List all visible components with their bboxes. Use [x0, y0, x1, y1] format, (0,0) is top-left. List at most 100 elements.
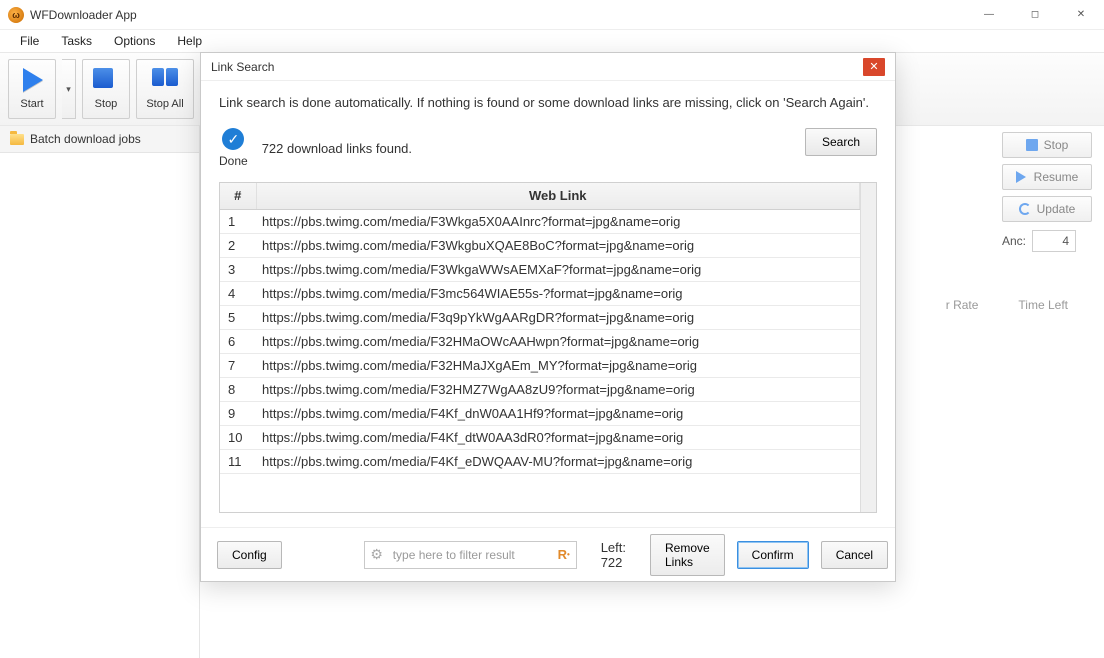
table-row[interactable]: 10https://pbs.twimg.com/media/F4Kf_dtW0A…: [220, 425, 860, 449]
scrollbar[interactable]: [860, 183, 876, 512]
stopall-button[interactable]: Stop All: [136, 59, 194, 119]
row-number: 6: [220, 329, 256, 353]
gear-icon: ⚙: [365, 546, 389, 563]
row-url: https://pbs.twimg.com/media/F32HMZ7WgAA8…: [256, 377, 860, 401]
row-url: https://pbs.twimg.com/media/F3mc564WIAE5…: [256, 281, 860, 305]
start-dropdown[interactable]: ▾: [62, 59, 76, 119]
col-number[interactable]: #: [220, 183, 256, 209]
regex-icon[interactable]: R•: [552, 547, 576, 562]
bg-col-time: Time Left: [1018, 298, 1068, 312]
stopall-label: Stop All: [146, 98, 183, 110]
confirm-button[interactable]: Confirm: [737, 541, 809, 569]
menu-help[interactable]: Help: [167, 32, 212, 50]
search-again-button[interactable]: Search: [805, 128, 877, 156]
play-icon: [1016, 171, 1028, 183]
table-row[interactable]: 6https://pbs.twimg.com/media/F32HMaOWcAA…: [220, 329, 860, 353]
link-search-dialog: Link Search ✕ Link search is done automa…: [200, 52, 896, 582]
cancel-button[interactable]: Cancel: [821, 541, 888, 569]
row-number: 5: [220, 305, 256, 329]
config-button[interactable]: Config: [217, 541, 282, 569]
row-number: 3: [220, 257, 256, 281]
side-resume-label: Resume: [1034, 170, 1079, 184]
app-icon: ω: [8, 7, 24, 23]
stop-icon: [93, 68, 119, 94]
anc-value[interactable]: 4: [1032, 230, 1076, 252]
dialog-body: Link search is done automatically. If no…: [201, 81, 895, 527]
done-indicator: ✓ Done: [219, 128, 248, 168]
table-row[interactable]: 7https://pbs.twimg.com/media/F32HMaJXgAE…: [220, 353, 860, 377]
side-update-label: Update: [1037, 202, 1076, 216]
minimize-button[interactable]: —: [966, 0, 1012, 30]
table-row[interactable]: 3https://pbs.twimg.com/media/F3WkgaWWsAE…: [220, 257, 860, 281]
remove-links-button[interactable]: Remove Links: [650, 534, 725, 576]
stop-icon: [1026, 139, 1038, 151]
left-count: Left: 722: [601, 540, 626, 570]
dialog-instruction: Link search is done automatically. If no…: [219, 95, 877, 110]
bg-column-headers: r Rate Time Left: [946, 298, 1068, 312]
menu-options[interactable]: Options: [104, 32, 165, 50]
row-number: 7: [220, 353, 256, 377]
found-text: 722 download links found.: [262, 141, 412, 156]
row-number: 10: [220, 425, 256, 449]
side-stop-label: Stop: [1044, 138, 1069, 152]
bg-col-rate: r Rate: [946, 298, 979, 312]
stop-button[interactable]: Stop: [82, 59, 130, 119]
links-table-wrap: # Web Link 1https://pbs.twimg.com/media/…: [219, 182, 877, 513]
row-url: https://pbs.twimg.com/media/F3Wkga5X0AAI…: [256, 209, 860, 233]
titlebar: ω WFDownloader App — ◻ ✕: [0, 0, 1104, 30]
row-number: 1: [220, 209, 256, 233]
dialog-close-button[interactable]: ✕: [863, 58, 885, 76]
side-actions: Stop Resume Update Anc: 4: [1002, 132, 1092, 252]
close-button[interactable]: ✕: [1058, 0, 1104, 30]
row-number: 9: [220, 401, 256, 425]
row-url: https://pbs.twimg.com/media/F4Kf_dtW0AA3…: [256, 425, 860, 449]
sidebar-item-label: Batch download jobs: [30, 132, 141, 146]
row-url: https://pbs.twimg.com/media/F3q9pYkWgAAR…: [256, 305, 860, 329]
folder-icon: [10, 134, 24, 145]
refresh-icon: [1019, 203, 1031, 215]
table-row[interactable]: 4https://pbs.twimg.com/media/F3mc564WIAE…: [220, 281, 860, 305]
row-url: https://pbs.twimg.com/media/F3WkgaWWsAEM…: [256, 257, 860, 281]
table-row[interactable]: 5https://pbs.twimg.com/media/F3q9pYkWgAA…: [220, 305, 860, 329]
table-row[interactable]: 9https://pbs.twimg.com/media/F4Kf_dnW0AA…: [220, 401, 860, 425]
menu-tasks[interactable]: Tasks: [51, 32, 102, 50]
links-table: # Web Link 1https://pbs.twimg.com/media/…: [220, 183, 860, 474]
table-row[interactable]: 2https://pbs.twimg.com/media/F3WkgbuXQAE…: [220, 233, 860, 257]
links-table-scroll[interactable]: # Web Link 1https://pbs.twimg.com/media/…: [220, 183, 860, 512]
col-weblink[interactable]: Web Link: [256, 183, 860, 209]
dialog-titlebar: Link Search ✕: [201, 53, 895, 81]
row-url: https://pbs.twimg.com/media/F32HMaJXgAEm…: [256, 353, 860, 377]
table-row[interactable]: 11https://pbs.twimg.com/media/F4Kf_eDWQA…: [220, 449, 860, 473]
maximize-button[interactable]: ◻: [1012, 0, 1058, 30]
anc-label: Anc:: [1002, 234, 1026, 248]
side-stop-button[interactable]: Stop: [1002, 132, 1092, 158]
row-number: 8: [220, 377, 256, 401]
check-icon: ✓: [222, 128, 244, 150]
row-number: 11: [220, 449, 256, 473]
menu-file[interactable]: File: [10, 32, 49, 50]
status-row: ✓ Done 722 download links found. Search: [219, 128, 877, 168]
filter-field[interactable]: ⚙ R•: [364, 541, 577, 569]
stop-label: Stop: [95, 98, 118, 110]
window-title: WFDownloader App: [30, 8, 137, 22]
anc-row: Anc: 4: [1002, 230, 1092, 252]
side-resume-button[interactable]: Resume: [1002, 164, 1092, 190]
dialog-footer: Config ⚙ R• Left: 722 Remove Links Confi…: [201, 527, 895, 581]
row-number: 2: [220, 233, 256, 257]
done-label: Done: [219, 154, 248, 168]
table-row[interactable]: 1https://pbs.twimg.com/media/F3Wkga5X0AA…: [220, 209, 860, 233]
row-url: https://pbs.twimg.com/media/F3WkgbuXQAE8…: [256, 233, 860, 257]
row-number: 4: [220, 281, 256, 305]
sidebar-item-batch[interactable]: Batch download jobs: [0, 126, 199, 153]
menubar: File Tasks Options Help: [0, 30, 1104, 52]
play-icon: [19, 68, 45, 94]
row-url: https://pbs.twimg.com/media/F32HMaOWcAAH…: [256, 329, 860, 353]
start-button[interactable]: Start: [8, 59, 56, 119]
filter-input[interactable]: [389, 548, 552, 562]
sidebar: Batch download jobs: [0, 126, 200, 658]
table-row[interactable]: 8https://pbs.twimg.com/media/F32HMZ7WgAA…: [220, 377, 860, 401]
row-url: https://pbs.twimg.com/media/F4Kf_eDWQAAV…: [256, 449, 860, 473]
stop-all-icon: [152, 68, 178, 94]
side-update-button[interactable]: Update: [1002, 196, 1092, 222]
start-label: Start: [20, 98, 43, 110]
